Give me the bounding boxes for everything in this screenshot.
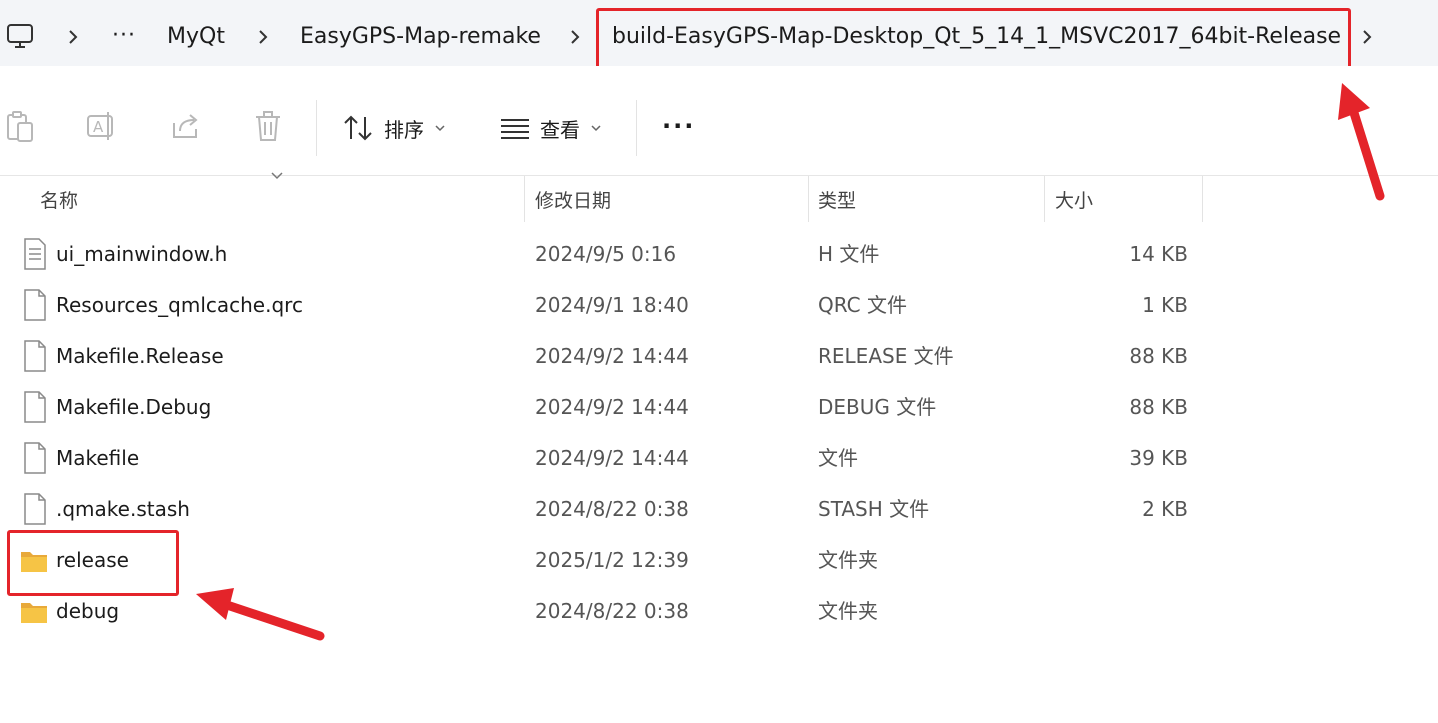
file-name: Makefile — [56, 446, 140, 470]
column-header-date[interactable]: 修改日期 — [535, 186, 611, 213]
file-icon — [22, 288, 48, 322]
file-name: Resources_qmlcache.qrc — [56, 293, 303, 317]
file-type: STASH 文件 — [818, 497, 930, 521]
file-modified-date: 2024/9/1 18:40 — [535, 293, 689, 317]
column-header-type[interactable]: 类型 — [818, 186, 856, 213]
file-icon — [22, 441, 48, 475]
column-header-size[interactable]: 大小 — [1055, 186, 1093, 213]
command-bar — [0, 66, 1438, 186]
file-size: 39 KB — [1129, 446, 1188, 470]
breadcrumb-overflow[interactable]: ··· — [112, 22, 136, 50]
delete-icon[interactable] — [252, 109, 284, 143]
file-type: 文件夹 — [818, 548, 878, 572]
file-size: 1 KB — [1142, 293, 1188, 317]
file-row[interactable]: Resources_qmlcache.qrc 2024/9/1 18:40 QRC … — [0, 280, 1210, 331]
folder-icon — [20, 594, 47, 628]
paste-icon[interactable] — [4, 109, 36, 143]
chevron-right-icon[interactable] — [1360, 26, 1374, 48]
file-modified-date: 2024/9/2 14:44 — [535, 344, 689, 368]
column-divider[interactable] — [1044, 176, 1045, 222]
file-type: DEBUG 文件 — [818, 395, 937, 419]
header-divider — [0, 175, 1438, 176]
file-row[interactable]: .qmake.stash 2024/8/22 0:38 STASH 文件 2 KB — [0, 484, 1210, 535]
column-header-name[interactable]: 名称 — [40, 186, 78, 213]
breadcrumb-item-myqt[interactable]: MyQt — [167, 19, 225, 55]
share-icon[interactable] — [170, 109, 202, 143]
file-type: 文件夹 — [818, 599, 878, 623]
file-size: 88 KB — [1129, 344, 1188, 368]
column-divider[interactable] — [524, 176, 525, 222]
file-size: 88 KB — [1129, 395, 1188, 419]
chevron-down-icon — [591, 125, 601, 132]
file-name: release — [56, 548, 129, 572]
file-modified-date: 2025/1/2 12:39 — [535, 548, 689, 572]
rename-icon[interactable]: A — [86, 109, 118, 143]
file-name: ui_mainwindow.h — [56, 242, 228, 266]
address-bar[interactable]: ··· MyQt EasyGPS-Map-remake build-EasyGP… — [0, 0, 1438, 66]
file-size: 14 KB — [1129, 242, 1188, 266]
toolbar-divider — [636, 100, 637, 156]
file-name: Makefile.Debug — [56, 395, 212, 419]
file-icon — [22, 390, 48, 424]
chevron-right-icon[interactable] — [66, 26, 80, 48]
file-row[interactable]: debug 2024/8/22 0:38 文件夹 — [0, 586, 1210, 637]
file-type: 文件 — [818, 446, 858, 470]
sort-button[interactable]: 排序 — [342, 108, 446, 148]
breadcrumb-item-easygps[interactable]: EasyGPS-Map-remake — [300, 19, 541, 55]
chevron-down-icon — [435, 125, 445, 132]
file-row[interactable]: Makefile.Debug 2024/9/2 14:44 DEBUG 文件 88 K… — [0, 382, 1210, 433]
file-name: Makefile.Release — [56, 344, 224, 368]
breadcrumb-item-build-release[interactable]: build-EasyGPS-Map-Desktop_Qt_5_14_1_MSVC… — [612, 19, 1341, 55]
file-modified-date: 2024/8/22 0:38 — [535, 497, 689, 521]
file-icon — [22, 339, 48, 373]
sort-caret-icon — [271, 172, 283, 180]
view-button[interactable]: 查看 — [500, 108, 602, 148]
view-label: 查看 — [540, 117, 580, 142]
text-file-icon — [22, 237, 48, 271]
column-divider[interactable] — [1202, 176, 1203, 222]
file-name: .qmake.stash — [56, 497, 190, 521]
more-options-button[interactable]: ··· — [662, 112, 695, 140]
column-divider[interactable] — [808, 176, 809, 222]
toolbar-divider — [316, 100, 317, 156]
chevron-right-icon[interactable] — [568, 26, 582, 48]
chevron-right-icon[interactable] — [256, 26, 270, 48]
file-modified-date: 2024/9/2 14:44 — [535, 446, 689, 470]
file-size: 2 KB — [1142, 497, 1188, 521]
folder-icon — [20, 543, 47, 577]
file-type: QRC 文件 — [818, 293, 907, 317]
file-modified-date: 2024/9/5 0:16 — [535, 242, 677, 266]
sort-icon — [344, 115, 372, 141]
file-name: debug — [56, 599, 120, 623]
file-modified-date: 2024/9/2 14:44 — [535, 395, 689, 419]
sort-label: 排序 — [384, 117, 424, 142]
file-icon — [22, 492, 48, 526]
file-row[interactable]: release 2025/1/2 12:39 文件夹 — [0, 535, 1210, 586]
file-row[interactable]: ui_mainwindow.h 2024/9/5 0:16 H 文件 14 KB — [0, 229, 1210, 280]
this-pc-icon[interactable] — [6, 22, 34, 50]
file-modified-date: 2024/8/22 0:38 — [535, 599, 689, 623]
file-type: RELEASE 文件 — [818, 344, 954, 368]
file-row[interactable]: Makefile 2024/9/2 14:44 文件 39 KB — [0, 433, 1210, 484]
file-row[interactable]: Makefile.Release 2024/9/2 14:44 RELEASE 文件… — [0, 331, 1210, 382]
file-type: H 文件 — [818, 242, 880, 266]
view-icon — [501, 119, 529, 139]
svg-text:A: A — [93, 118, 104, 136]
